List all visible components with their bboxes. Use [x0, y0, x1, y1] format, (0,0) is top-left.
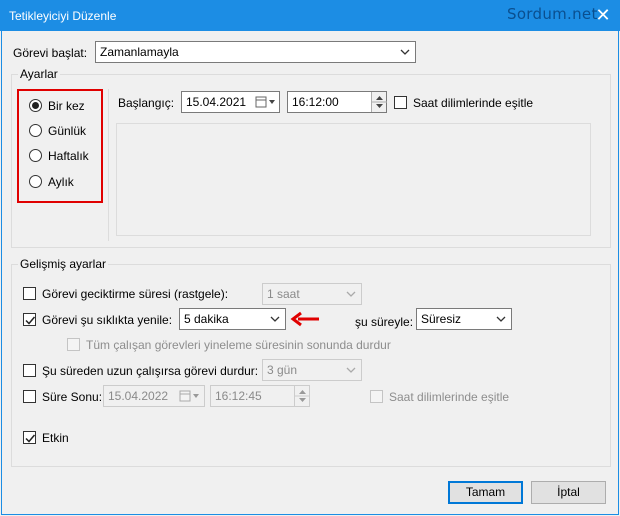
chevron-down-icon [496, 316, 506, 322]
expire-label[interactable]: Süre Sonu: [42, 390, 102, 404]
chevron-down-icon [346, 291, 356, 297]
start-date-picker[interactable]: 15.04.2021 [181, 91, 280, 113]
expire-date-picker[interactable]: 15.04.2022 [103, 385, 205, 407]
stop-all-label[interactable]: Tüm çalışan görevleri yineleme süresinin… [86, 338, 391, 352]
start-date-value: 15.04.2021 [186, 95, 247, 109]
option-daily-label[interactable]: Günlük [48, 124, 86, 138]
expire-time-input[interactable]: 16:12:45 [210, 385, 310, 407]
enabled-label[interactable]: Etkin [42, 431, 69, 445]
repeat-label[interactable]: Görevi şu sıklıkta yenile: [42, 313, 172, 327]
expire-time-value: 16:12:45 [215, 389, 262, 403]
time-spinner[interactable] [371, 92, 387, 112]
duration-label: şu süreyle: [355, 315, 414, 329]
delay-dropdown[interactable]: 1 saat [262, 283, 362, 305]
spinner-arrows-icon [295, 390, 310, 402]
option-monthly-label[interactable]: Aylık [48, 175, 74, 189]
chevron-down-icon [270, 316, 280, 322]
chevron-down-icon [400, 49, 410, 55]
sync-timezones-checkbox[interactable] [394, 96, 407, 109]
radio-once[interactable] [29, 99, 42, 112]
delay-label[interactable]: Görevi geciktirme süresi (rastgele): [42, 287, 228, 301]
recurrence-panel [116, 123, 591, 236]
repeat-checkbox[interactable] [23, 313, 36, 326]
start-time-input[interactable]: 16:12:00 [287, 91, 387, 113]
ok-button[interactable]: Tamam [448, 481, 523, 504]
expire-checkbox[interactable] [23, 390, 36, 403]
advanced-legend: Gelişmiş ayarlar [18, 257, 109, 271]
stop-if-longer-dropdown[interactable]: 3 gün [262, 359, 362, 381]
duration-dropdown[interactable]: Süresiz [416, 308, 512, 330]
stop-if-longer-value: 3 gün [267, 363, 298, 377]
stop-if-longer-label[interactable]: Şu süreden uzun çalışırsa görevi durdur: [42, 364, 258, 378]
time-spinner[interactable] [294, 386, 310, 406]
close-icon[interactable]: ✕ [592, 5, 614, 25]
stop-all-checkbox[interactable] [67, 338, 80, 351]
calendar-icon [179, 390, 199, 402]
delay-value: 1 saat [267, 287, 300, 301]
repeat-interval-value: 5 dakika [184, 312, 229, 326]
dialog-body: Görevi başlat: Zamanlamayla Ayarlar Bir … [1, 31, 619, 515]
start-task-dropdown[interactable]: Zamanlamayla [95, 41, 416, 63]
start-task-value: Zamanlamayla [100, 45, 179, 59]
repeat-interval-dropdown[interactable]: 5 dakika [179, 308, 286, 330]
stop-if-longer-checkbox[interactable] [23, 364, 36, 377]
delay-checkbox[interactable] [23, 287, 36, 300]
red-arrow-icon [290, 311, 319, 327]
expire-sync-checkbox[interactable] [370, 390, 383, 403]
radio-weekly[interactable] [29, 149, 42, 162]
start-time-value: 16:12:00 [292, 95, 339, 109]
cancel-button[interactable]: İptal [531, 481, 606, 504]
expire-date-value: 15.04.2022 [108, 389, 169, 403]
sync-timezones-label[interactable]: Saat dilimlerinde eşitle [413, 96, 533, 110]
start-task-label: Görevi başlat: [13, 46, 88, 60]
chevron-down-icon [346, 367, 356, 373]
radio-monthly[interactable] [29, 175, 42, 188]
settings-divider [108, 89, 109, 241]
checkmark-icon [25, 434, 36, 443]
start-label: Başlangıç: [118, 96, 175, 110]
settings-legend: Ayarlar [18, 67, 60, 81]
duration-value: Süresiz [421, 312, 462, 326]
title-bar: Tetikleyiciyi Düzenle Sordum.net ✕ [0, 0, 620, 31]
calendar-icon [255, 96, 275, 108]
radio-daily[interactable] [29, 124, 42, 137]
option-once-label[interactable]: Bir kez [48, 99, 85, 113]
spinner-arrows-icon [372, 96, 387, 108]
watermark-logo: Sordum.net [507, 5, 598, 23]
checkmark-icon [25, 316, 36, 325]
window-title: Tetikleyiciyi Düzenle [9, 9, 117, 23]
expire-sync-label[interactable]: Saat dilimlerinde eşitle [389, 390, 509, 404]
option-weekly-label[interactable]: Haftalık [48, 149, 89, 163]
enabled-checkbox[interactable] [23, 431, 36, 444]
